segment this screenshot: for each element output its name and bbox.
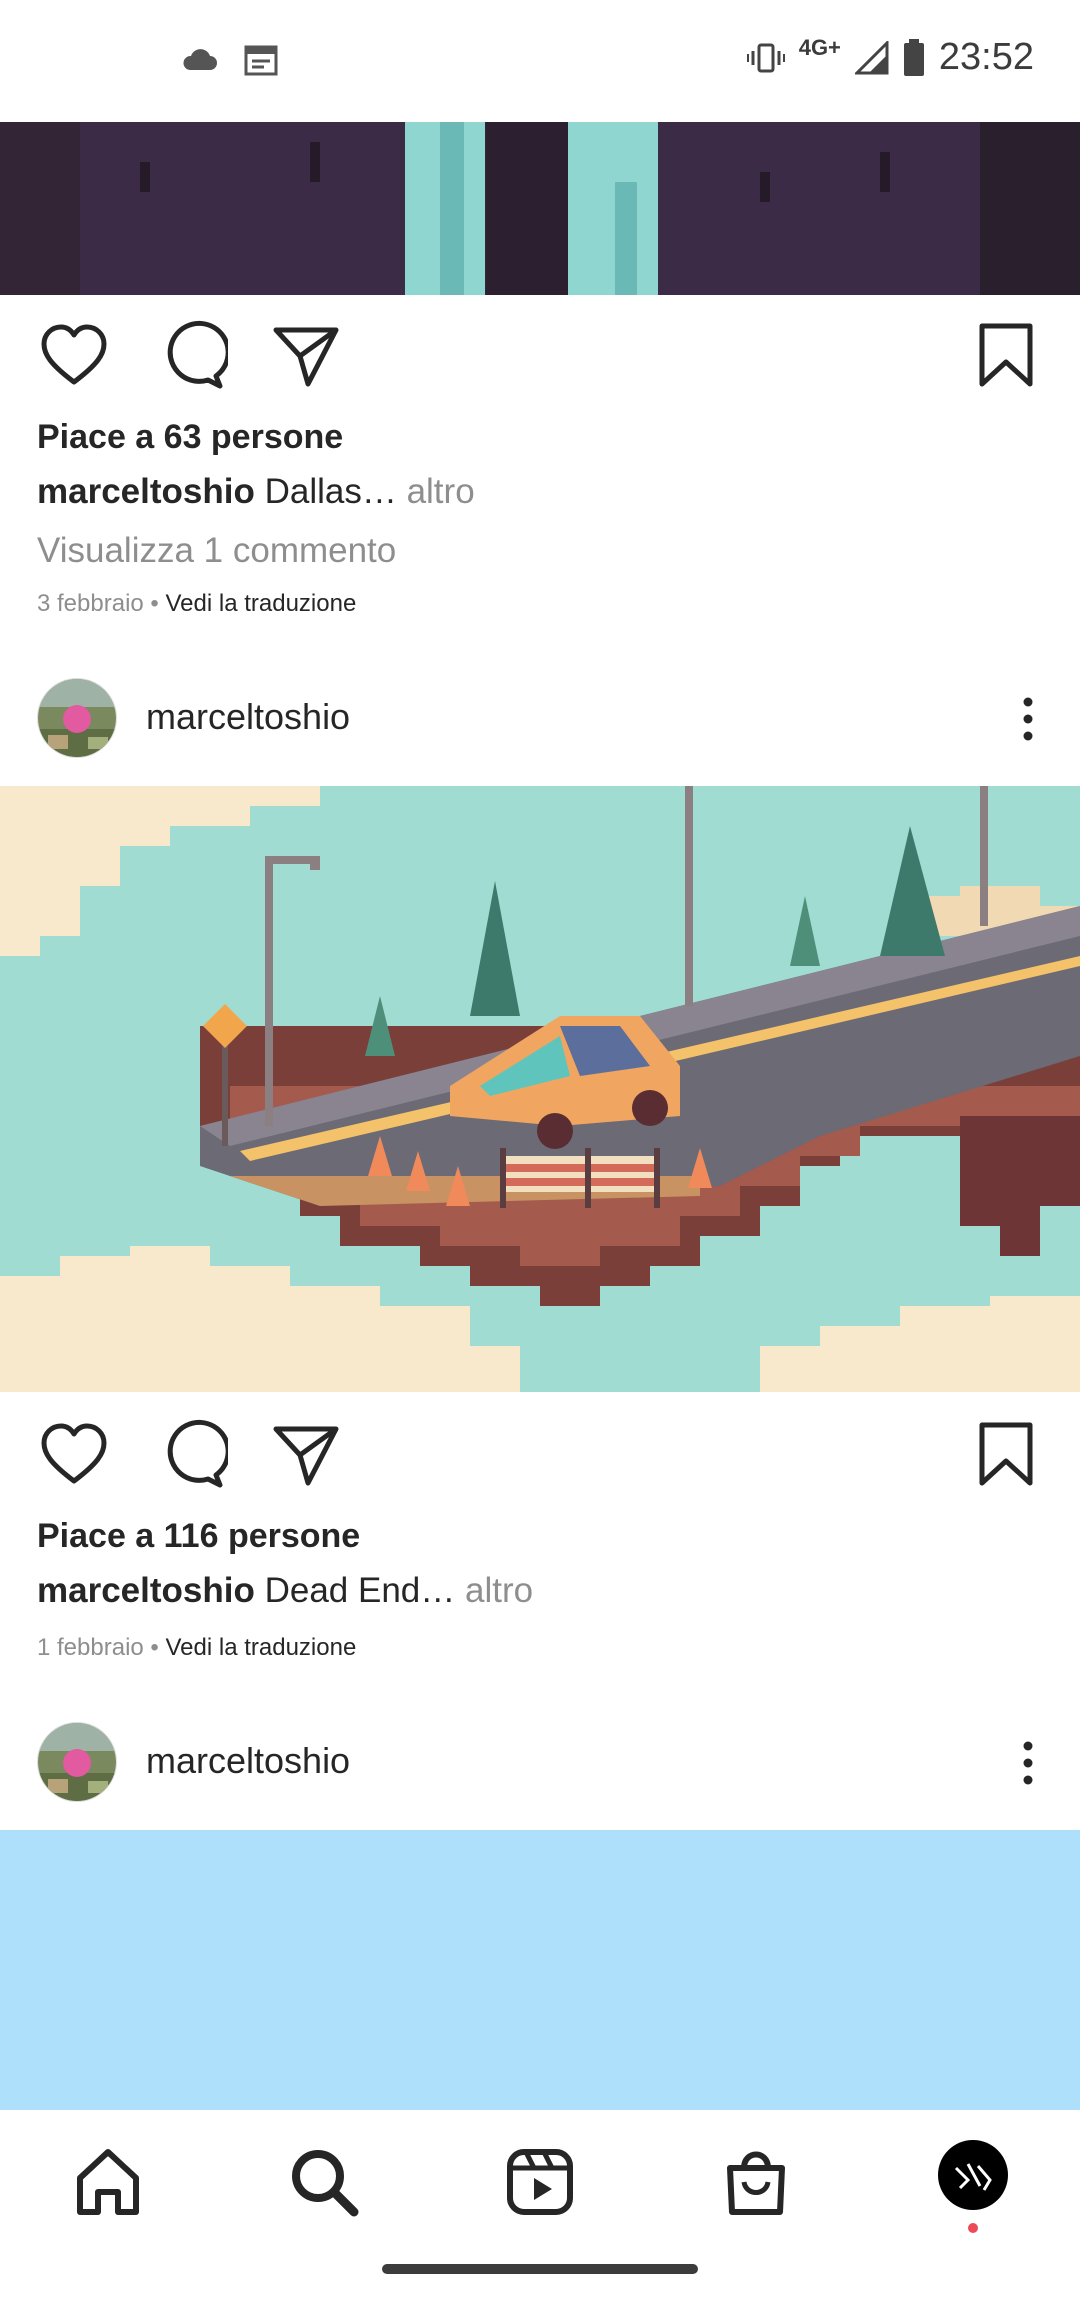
- post-actions: [0, 320, 1080, 430]
- like-count[interactable]: Piace a 63 persone: [37, 418, 343, 457]
- battery-icon: [903, 38, 924, 76]
- meta-separator: •: [143, 1634, 166, 1661]
- caption-text: Dead End…: [254, 1571, 456, 1610]
- like-count[interactable]: Piace a 116 persone: [37, 1517, 360, 1556]
- see-translation-link[interactable]: Vedi la traduzione: [166, 1634, 357, 1661]
- post-date: 1 febbraio: [37, 1634, 144, 1661]
- vibrate-icon: [746, 43, 785, 72]
- notification-dot: [968, 2223, 978, 2233]
- status-bar: 4G+ 23:52: [0, 0, 1080, 122]
- caption-username[interactable]: marceltoshio: [37, 1571, 255, 1610]
- clock: 23:52: [938, 36, 1034, 78]
- post-image[interactable]: [0, 1830, 1080, 2110]
- post-username[interactable]: marceltoshio: [146, 696, 350, 738]
- share-send-icon[interactable]: [270, 320, 342, 392]
- pixel-art-floating-road-image: [0, 786, 1080, 1392]
- avatar-image: [38, 679, 116, 757]
- pixel-art-cave-image: [0, 122, 1080, 295]
- caption-username[interactable]: marceltoshio: [37, 472, 255, 511]
- instagram-feed-screen: 4G+ 23:52 Piace a 63 persone marceltoshi…: [0, 0, 1080, 2300]
- post-image[interactable]: [0, 122, 1080, 295]
- avatar[interactable]: [37, 1722, 117, 1802]
- network-type: 4G+: [798, 34, 841, 60]
- reels-icon[interactable]: [500, 2142, 580, 2222]
- more-options-icon[interactable]: [1016, 1738, 1040, 1788]
- post-username[interactable]: marceltoshio: [146, 1740, 350, 1782]
- avatar-image: [38, 1723, 116, 1801]
- shop-icon[interactable]: [716, 2142, 796, 2222]
- post-actions: [0, 1419, 1080, 1529]
- caption-more-link[interactable]: altro: [455, 1571, 533, 1610]
- save-bookmark-icon[interactable]: [970, 1419, 1042, 1491]
- post-header: marceltoshio: [0, 664, 1080, 774]
- post-meta: 3 febbraio • Vedi la traduzione: [37, 590, 356, 618]
- home-icon[interactable]: [68, 2142, 148, 2222]
- save-bookmark-icon[interactable]: [970, 320, 1042, 392]
- post-caption: marceltoshio Dead End… altro: [37, 1571, 533, 1611]
- post-date: 3 febbraio: [37, 590, 144, 617]
- view-comments-link[interactable]: Visualizza 1 commento: [37, 531, 396, 571]
- see-translation-link[interactable]: Vedi la traduzione: [166, 590, 357, 617]
- like-heart-icon[interactable]: [38, 320, 110, 392]
- more-options-icon[interactable]: [1016, 694, 1040, 744]
- post-header: marceltoshio: [0, 1708, 1080, 1818]
- like-heart-icon[interactable]: [38, 1419, 110, 1491]
- comment-icon[interactable]: [156, 1419, 228, 1491]
- calendar-widget-icon: [244, 45, 278, 76]
- avatar[interactable]: [37, 678, 117, 758]
- gesture-home-bar[interactable]: [382, 2264, 698, 2274]
- search-icon[interactable]: [284, 2142, 364, 2222]
- share-send-icon[interactable]: [270, 1419, 342, 1491]
- meta-separator: •: [143, 590, 166, 617]
- caption-text: Dallas…: [254, 472, 397, 511]
- profile-avatar-image: [954, 2163, 992, 2191]
- signal-icon: [854, 40, 889, 74]
- comment-icon[interactable]: [156, 320, 228, 392]
- profile-avatar[interactable]: [938, 2140, 1008, 2210]
- post-meta: 1 febbraio • Vedi la traduzione: [37, 1634, 356, 1662]
- post-image[interactable]: [0, 786, 1080, 1392]
- cloud-icon: [183, 49, 217, 70]
- caption-more-link[interactable]: altro: [397, 472, 475, 511]
- post-caption: marceltoshio Dallas… altro: [37, 472, 475, 512]
